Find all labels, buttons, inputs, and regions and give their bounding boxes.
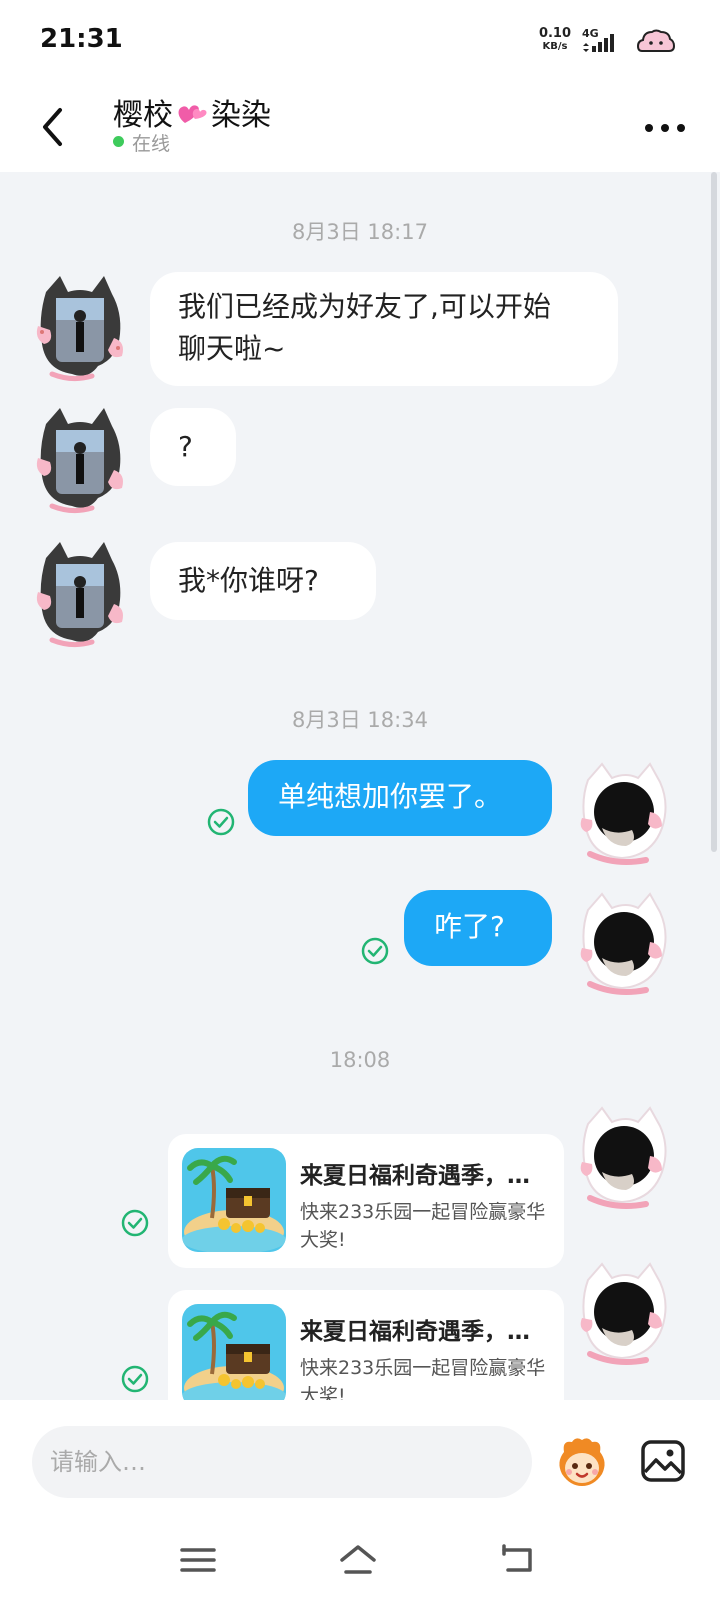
home-button[interactable] <box>336 1540 380 1580</box>
more-dots-icon <box>645 124 685 132</box>
image-icon <box>641 1440 685 1482</box>
game-share-card[interactable]: 来夏日福利奇遇季，… 快来233乐园一起冒险赢豪华大奖! <box>168 1290 564 1400</box>
card-description: 快来233乐园一起冒险赢豪华大奖! <box>300 1357 546 1400</box>
menu-icon <box>180 1548 216 1572</box>
card-title: 来夏日福利奇遇季，… <box>300 1163 530 1189</box>
home-icon <box>340 1545 376 1574</box>
network-speed-unit: KB/s <box>542 41 568 52</box>
image-button[interactable] <box>638 1436 688 1486</box>
heart-emoji-icon <box>175 97 209 137</box>
message-line: 我们已经成为好友了,可以开始 <box>178 290 551 323</box>
received-message-bubble[interactable]: ? <box>150 408 236 486</box>
received-message-bubble[interactable]: 我*你谁呀? <box>150 542 376 620</box>
menu-button[interactable] <box>176 1540 220 1580</box>
sent-message-bubble[interactable]: 咋了? <box>404 890 552 966</box>
game-thumbnail <box>182 1148 286 1252</box>
scrollbar[interactable] <box>711 172 717 852</box>
contact-avatar[interactable] <box>32 538 128 648</box>
contact-avatar[interactable] <box>32 404 128 514</box>
back-nav-icon <box>502 1544 532 1572</box>
contact-name-part1: 樱校 <box>113 98 173 133</box>
my-avatar[interactable] <box>576 758 672 868</box>
contact-avatar[interactable] <box>32 272 128 382</box>
message-input[interactable] <box>32 1426 532 1498</box>
status-time: 21:31 <box>40 24 123 54</box>
card-description: 快来233乐园一起冒险赢豪华大奖! <box>300 1201 546 1251</box>
message-line: 我*你谁呀? <box>178 564 319 597</box>
message-input-bar <box>0 1400 720 1512</box>
network-speed-value: 0.10 <box>538 26 572 41</box>
my-avatar[interactable] <box>576 1102 672 1212</box>
online-status-dot <box>113 136 124 147</box>
more-button[interactable] <box>640 108 690 148</box>
timestamp: 8月3日 18:17 <box>292 220 428 244</box>
online-status-text: 在线 <box>132 133 171 155</box>
message-line: 聊天啦~ <box>178 332 286 365</box>
status-bar: 21:31 0.10 KB/s 4G <box>0 0 720 84</box>
read-check-icon <box>206 807 236 837</box>
back-button[interactable] <box>30 102 80 152</box>
network-speed: 0.10 KB/s <box>538 27 572 53</box>
contact-name-part2: 染染 <box>211 98 271 133</box>
sent-message-bubble[interactable]: 单纯想加你罢了。 <box>248 760 552 836</box>
timestamp: 8月3日 18:34 <box>292 708 428 732</box>
system-nav-bar <box>0 1512 720 1608</box>
received-message-bubble[interactable]: 我们已经成为好友了,可以开始 聊天啦~ <box>150 272 618 386</box>
chat-message-list[interactable]: 8月3日 18:17 我们已经成为好友了,可以开始 聊天啦~ ? 我*你谁呀? … <box>0 172 720 1400</box>
game-share-card[interactable]: 来夏日福利奇遇季，… 快来233乐园一起冒险赢豪华大奖! <box>168 1134 564 1268</box>
my-avatar[interactable] <box>576 1258 672 1368</box>
emoji-face-icon <box>559 1438 605 1486</box>
emoji-button[interactable] <box>554 1434 610 1490</box>
chat-header: 樱校 染染 在线 <box>0 84 720 172</box>
my-avatar[interactable] <box>576 888 672 998</box>
message-line: 单纯想加你罢了。 <box>278 780 503 813</box>
read-check-icon <box>360 936 390 966</box>
battery-icon <box>636 27 676 57</box>
signal-icon: 4G <box>580 27 620 55</box>
read-check-icon <box>120 1208 150 1238</box>
card-title: 来夏日福利奇遇季，… <box>300 1319 530 1345</box>
timestamp: 18:08 <box>329 1048 391 1072</box>
message-line: 咋了? <box>434 910 505 943</box>
back-nav-button[interactable] <box>496 1540 540 1580</box>
back-arrow-icon <box>43 108 62 146</box>
game-thumbnail <box>182 1304 286 1400</box>
read-check-icon <box>120 1364 150 1394</box>
message-line: ? <box>178 430 193 463</box>
network-type: 4G <box>582 27 599 40</box>
